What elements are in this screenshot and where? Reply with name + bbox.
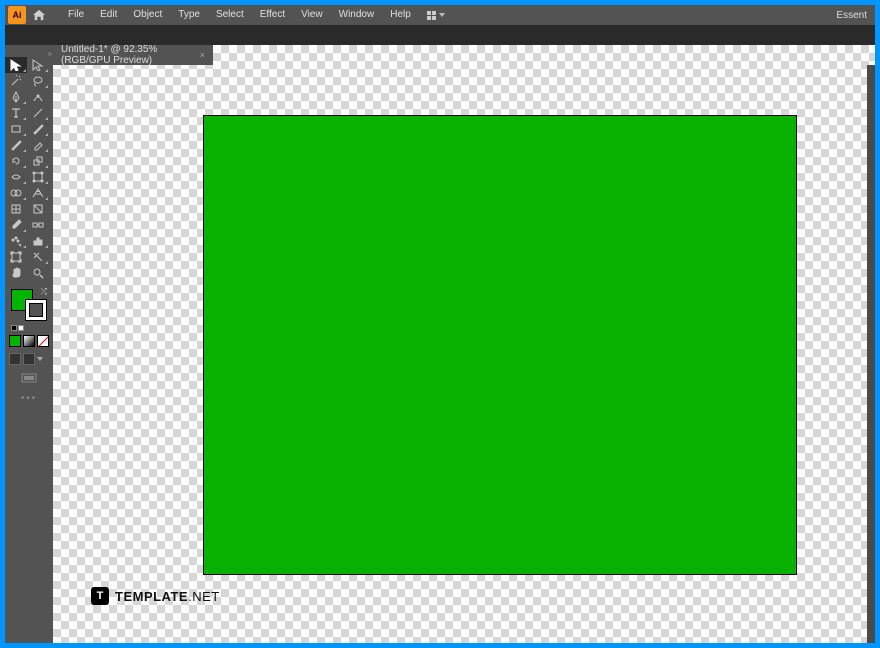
column-graph-tool[interactable]	[27, 233, 49, 249]
menu-view[interactable]: View	[293, 5, 331, 25]
screen-mode-button[interactable]	[5, 373, 53, 383]
mode-none[interactable]	[37, 335, 49, 347]
slice-tool[interactable]	[27, 249, 49, 265]
eyedropper-tool[interactable]	[5, 217, 27, 233]
rotate-tool[interactable]	[5, 153, 27, 169]
mode-gradient[interactable]	[23, 335, 35, 347]
type-tool[interactable]	[5, 105, 27, 121]
eraser-tool[interactable]	[27, 137, 49, 153]
artboard-tool[interactable]	[5, 249, 27, 265]
mode-color[interactable]	[9, 335, 21, 347]
rectangle-tool[interactable]	[5, 121, 27, 137]
menu-bar: Ai File Edit Object Type Select Effect V…	[5, 5, 875, 25]
paintbrush-tool[interactable]	[27, 121, 49, 137]
shaper-tool[interactable]	[5, 137, 27, 153]
lasso-tool[interactable]	[27, 73, 49, 89]
draw-modes	[9, 353, 53, 365]
menu-type[interactable]: Type	[170, 5, 208, 25]
watermark-icon: T	[91, 587, 109, 605]
width-tool[interactable]	[5, 169, 27, 185]
menu-window[interactable]: Window	[331, 5, 383, 25]
curvature-tool[interactable]	[27, 89, 49, 105]
scale-tool[interactable]	[27, 153, 49, 169]
watermark-text: TEMPLATE.NET	[115, 589, 220, 604]
perspective-grid-tool[interactable]	[27, 185, 49, 201]
green-rectangle[interactable]	[203, 115, 797, 575]
shape-builder-tool[interactable]	[5, 185, 27, 201]
app-frame: Ai File Edit Object Type Select Effect V…	[5, 5, 875, 643]
color-modes	[9, 335, 53, 347]
stroke-swatch[interactable]	[25, 299, 47, 321]
hand-tool[interactable]	[5, 265, 27, 281]
draw-normal[interactable]	[9, 353, 21, 365]
app-logo: Ai	[8, 6, 26, 24]
workarea: ››	[5, 45, 875, 643]
default-swatch-white[interactable]	[18, 325, 24, 331]
close-tab-icon[interactable]: ×	[200, 50, 205, 60]
symbol-sprayer-tool[interactable]	[5, 233, 27, 249]
menu-object[interactable]: Object	[125, 5, 170, 25]
vertical-scrollbar[interactable]	[867, 65, 875, 643]
document-tab[interactable]: Untitled-1* @ 92.35% (RGB/GPU Preview) ×	[53, 45, 213, 65]
line-segment-tool[interactable]	[27, 105, 49, 121]
menu-select[interactable]: Select	[208, 5, 252, 25]
free-transform-tool[interactable]	[27, 169, 49, 185]
swap-fill-stroke-icon[interactable]: ⤮	[41, 287, 47, 297]
draw-mode-chevron-icon[interactable]	[37, 357, 43, 361]
direct-selection-tool[interactable]	[27, 57, 49, 73]
default-swatch[interactable]	[11, 325, 17, 331]
gradient-tool[interactable]	[27, 201, 49, 217]
menu-effect[interactable]: Effect	[252, 5, 293, 25]
document-tab-label: Untitled-1* @ 92.35% (RGB/GPU Preview)	[61, 44, 190, 66]
toolbar: ››	[5, 45, 53, 643]
draw-behind[interactable]	[23, 353, 35, 365]
magic-wand-tool[interactable]	[5, 73, 27, 89]
menu-edit[interactable]: Edit	[92, 5, 125, 25]
menu-file[interactable]: File	[60, 5, 92, 25]
home-icon[interactable]	[32, 9, 46, 21]
pen-tool[interactable]	[5, 89, 27, 105]
watermark: T TEMPLATE.NET	[91, 587, 220, 605]
fill-stroke-control[interactable]: ⤮	[9, 287, 49, 321]
workspace-label[interactable]: Essent	[836, 10, 867, 21]
canvas[interactable]: Untitled-1* @ 92.35% (RGB/GPU Preview) ×…	[53, 45, 875, 643]
toolbar-more-icon[interactable]: •••	[5, 393, 53, 404]
blend-tool[interactable]	[27, 217, 49, 233]
zoom-tool[interactable]	[27, 265, 49, 281]
menu-help[interactable]: Help	[382, 5, 419, 25]
selection-tool[interactable]	[5, 57, 27, 73]
workspace-switcher[interactable]	[427, 11, 445, 20]
mesh-tool[interactable]	[5, 201, 27, 217]
